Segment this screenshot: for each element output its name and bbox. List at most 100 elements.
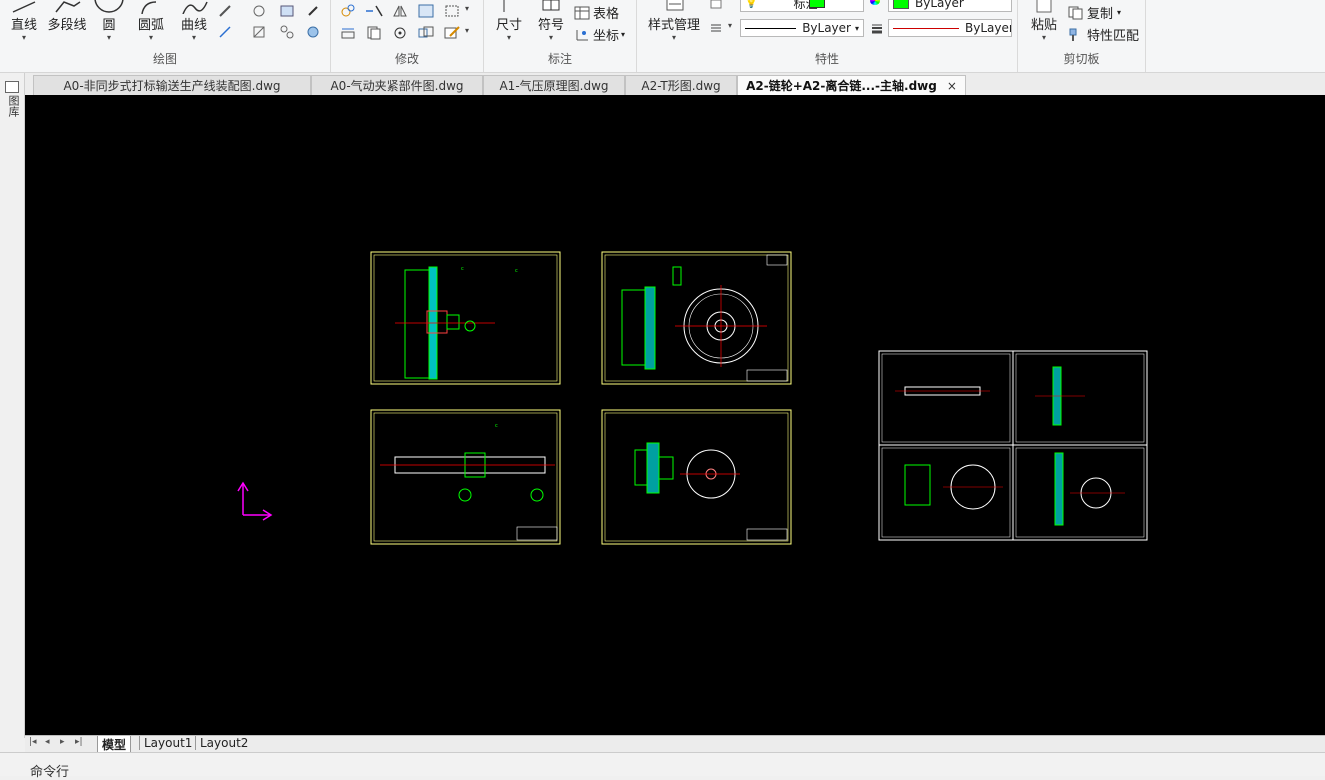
coordinate-icon <box>576 29 588 40</box>
group-icon[interactable] <box>278 24 296 40</box>
copy-tool[interactable]: 复制 ▾ <box>1068 3 1121 22</box>
dimension-icon <box>503 0 505 12</box>
circle-icon <box>94 0 124 13</box>
drawing-sheet-1: c c <box>370 251 561 385</box>
clipboard-panel: 粘贴 ▾ 复制 ▾ 特性匹配 剪切板 <box>1018 0 1146 72</box>
doc-tab-assembly[interactable]: A0-非同步式打标输送生产线装配图.dwg <box>33 75 311 95</box>
doc-tab-label: A2-T形图.dwg <box>641 79 721 93</box>
doc-tab-pneumatic-schematic[interactable]: A1-气压原理图.dwg <box>483 75 625 95</box>
rotate-icon[interactable] <box>391 25 409 41</box>
match-properties-label: 特性匹配 <box>1087 29 1140 44</box>
copy-object-icon[interactable] <box>365 25 383 41</box>
doc-tab-label: A0-气动夹紧部件图.dwg <box>330 79 464 93</box>
layout-tab-layout2[interactable]: Layout2 <box>195 736 252 750</box>
stretch-icon[interactable] <box>339 25 357 41</box>
copy-icon <box>1068 6 1083 19</box>
curve-tool[interactable]: 曲线 ▾ <box>174 0 214 42</box>
table-grid-icon[interactable] <box>278 3 296 19</box>
modify-dropdown-arrow-2[interactable]: ▾ <box>465 26 469 35</box>
offset-icon[interactable] <box>443 3 461 19</box>
doc-tab-label: A0-非同步式打标输送生产线装配图.dwg <box>63 79 281 93</box>
move-icon[interactable] <box>339 3 357 19</box>
arc-tool[interactable]: 圆弧 ▾ <box>132 0 170 42</box>
paste-tool[interactable]: 粘贴 ▾ <box>1024 0 1064 42</box>
line-tool[interactable]: 直线 ▾ <box>4 0 44 42</box>
linetype-sample <box>745 27 797 29</box>
coordinate-tool[interactable]: 坐标 ▾ <box>574 25 625 44</box>
modify-dropdown-arrow[interactable]: ▾ <box>465 4 469 13</box>
list-dropdown-arrow[interactable]: ▾ <box>728 21 732 30</box>
modify-panel: ▾ ▾ 修改 <box>331 0 484 72</box>
ucs-icon <box>237 481 273 521</box>
first-layout-arrow[interactable]: |◂ <box>29 737 37 747</box>
color-combo-swatch <box>893 0 909 9</box>
drawing-sheet-group-right <box>878 350 1148 541</box>
drawing-sheet-2 <box>601 251 792 385</box>
lineweight-combo[interactable]: ByLayer ▾ <box>888 19 1012 37</box>
dimension-tool[interactable]: 尺寸 ▾ <box>490 0 528 42</box>
circle-tool[interactable]: 圆 ▾ <box>92 0 126 42</box>
doc-tab-pneumatic-clamp[interactable]: A0-气动夹紧部件图.dwg <box>311 75 483 95</box>
hatch-icon[interactable] <box>250 24 268 40</box>
mirror-icon[interactable] <box>391 3 409 19</box>
layer-props-icon[interactable] <box>707 0 725 12</box>
lineweight-combo-value: ByLayer <box>965 21 1012 35</box>
layer-combo[interactable]: 💡 标注 <box>740 0 864 12</box>
prev-layout-arrow[interactable]: ◂ <box>45 737 50 747</box>
layout-tab-layout1[interactable]: Layout1 <box>139 736 196 750</box>
list-icon[interactable] <box>707 20 725 36</box>
doc-tab-t-shape[interactable]: A2-T形图.dwg <box>625 75 737 95</box>
command-line[interactable]: 命令行 <box>0 752 1325 780</box>
scale-icon[interactable] <box>417 25 435 41</box>
table-icon <box>574 6 590 19</box>
point-icon[interactable] <box>304 3 322 19</box>
library-label[interactable]: 图库 <box>5 95 21 117</box>
arc-tool-label: 圆弧 <box>137 18 164 33</box>
annotate-panel-label: 标注 <box>547 52 572 66</box>
properties-panel-label: 特性 <box>814 52 839 66</box>
symbol-icon <box>542 0 560 11</box>
doc-tab-sprocket-active[interactable]: A2-链轮+A2-离合链...-主轴.dwg × <box>737 75 966 95</box>
polyline-tool-label: 多段线 <box>47 18 87 33</box>
color-wheel-icon[interactable] <box>870 0 880 5</box>
symbol-tool-label: 符号 <box>537 18 564 33</box>
linetype-combo[interactable]: ByLayer ▾ <box>740 19 864 37</box>
draw-panel: 直线 ▾ 多段线 圆 ▾ 圆弧 ▾ 曲线 ▾ 绘图 <box>0 0 331 72</box>
doc-tab-label: A1-气压原理图.dwg <box>499 79 609 93</box>
paste-label: 粘贴 <box>1030 18 1057 33</box>
edit-icon[interactable] <box>443 25 461 41</box>
linetype-combo-value: ByLayer <box>802 21 851 35</box>
left-palette-strip: 图库 <box>0 73 25 738</box>
annotate-panel: 尺寸 ▾ 符号 ▾ 表格 坐标 ▾ 标注 <box>484 0 637 72</box>
symbol-tool[interactable]: 符号 ▾ <box>532 0 570 42</box>
last-layout-arrow[interactable]: ▸| <box>75 737 83 747</box>
model-space-canvas[interactable]: c c c <box>25 95 1325 735</box>
next-layout-arrow[interactable]: ▸ <box>60 737 65 747</box>
close-icon[interactable]: × <box>947 79 957 93</box>
color-combo[interactable]: ByLayer <box>888 0 1012 12</box>
globe-icon[interactable] <box>304 24 322 40</box>
region-icon[interactable] <box>250 3 268 19</box>
polyline-tool[interactable]: 多段线 <box>44 0 90 33</box>
lineweight-icon[interactable] <box>868 20 886 36</box>
pencil-icon[interactable] <box>216 3 234 19</box>
style-manager-tool[interactable]: 样式管理 ▾ <box>641 0 707 42</box>
circle-tool-label: 圆 <box>102 18 116 33</box>
arc-icon <box>141 1 157 14</box>
table-tool[interactable]: 表格 <box>574 3 619 22</box>
modify-panel-label: 修改 <box>394 52 419 66</box>
bulb-icon: 💡 <box>745 0 758 9</box>
trim-icon[interactable] <box>365 3 383 19</box>
coordinate-tool-label: 坐标 <box>593 29 620 44</box>
command-line-label: 命令行 <box>30 765 70 780</box>
ray-icon[interactable] <box>216 24 234 40</box>
library-icon[interactable] <box>5 81 19 93</box>
properties-panel: 样式管理 ▾ 💡 标注 ByLayer ▾ ByLayer ▾ ByLayer … <box>637 0 1018 72</box>
drawing-svg: c c c <box>237 251 1148 545</box>
curve-tool-label: 曲线 <box>180 18 207 33</box>
line-icon <box>12 1 36 13</box>
array-icon[interactable] <box>417 3 435 19</box>
color-combo-value: ByLayer <box>915 0 964 10</box>
match-properties-tool[interactable]: 特性匹配 <box>1068 25 1139 44</box>
lineweight-sample <box>893 27 959 29</box>
